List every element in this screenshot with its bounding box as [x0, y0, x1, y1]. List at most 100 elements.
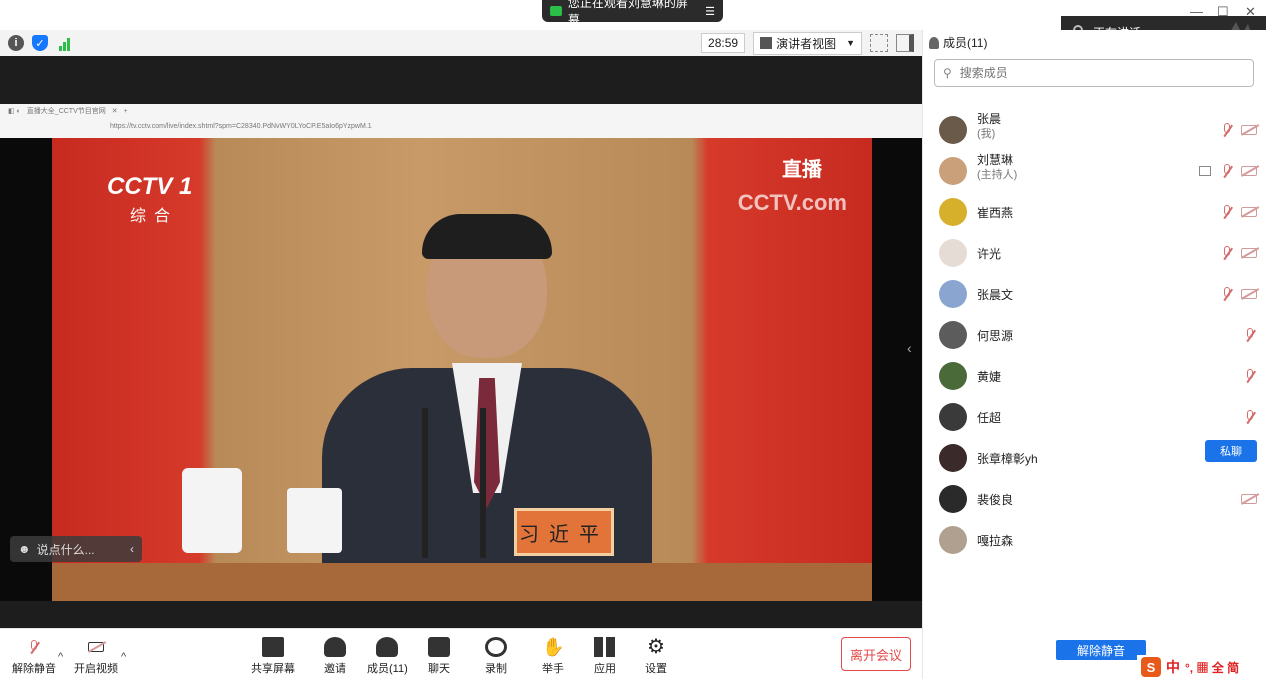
- microphone: [480, 408, 486, 558]
- unmute-button[interactable]: 解除静音: [1056, 640, 1146, 660]
- browser-tab-icon: ◧ ◐: [8, 108, 21, 115]
- shared-screen: ◧ ◐ 直播大全_CCTV节目官网 ✕ + https://tv.cctv.co…: [0, 104, 922, 601]
- mic-off-icon[interactable]: [1244, 369, 1256, 383]
- info-icon[interactable]: i: [8, 35, 24, 51]
- camera-off-icon[interactable]: [1241, 248, 1257, 258]
- signal-icon[interactable]: [56, 35, 72, 51]
- member-row[interactable]: 任超: [923, 397, 1266, 437]
- record-button[interactable]: 录制: [485, 637, 507, 676]
- mic-off-icon[interactable]: [1221, 246, 1233, 260]
- members-panel: 成员(11) ⚲ 张晨(我)刘慧琳(主持人) 崔西燕许光张晨文何思源黄婕任超张章樟…: [922, 30, 1266, 679]
- invite-button[interactable]: 邀请: [324, 637, 346, 676]
- watermark: CCTV.com: [737, 190, 847, 215]
- close-tab-icon: ✕: [111, 108, 118, 115]
- members-label: 成员(11): [367, 663, 408, 675]
- chat-icon: [428, 637, 450, 657]
- chat-input[interactable]: ☻ 说点什么... ‹: [10, 536, 142, 562]
- mic-off-icon[interactable]: [1221, 287, 1233, 301]
- members-button[interactable]: 成员(11): [367, 637, 408, 676]
- unmute-label: 解除静音: [12, 663, 56, 675]
- member-name: 裴俊良: [977, 493, 1014, 507]
- sidebar-toggle-icon[interactable]: [896, 34, 914, 52]
- podium-table: [52, 563, 872, 601]
- member-row[interactable]: 崔西燕: [923, 192, 1266, 232]
- members-panel-title: 成员(11): [929, 34, 987, 51]
- avatar: [939, 198, 967, 226]
- mic-off-icon[interactable]: [1221, 205, 1233, 219]
- camera-off-icon: [85, 637, 107, 657]
- mic-off-icon[interactable]: [1244, 328, 1256, 342]
- mic-off-icon[interactable]: [1221, 164, 1233, 178]
- member-name: 任超: [977, 411, 1002, 425]
- member-role: (我): [977, 128, 996, 140]
- record-label: 录制: [485, 663, 507, 675]
- chevron-left-icon[interactable]: ‹: [130, 542, 134, 556]
- chevron-left-icon[interactable]: ‹: [907, 340, 912, 356]
- browser-tab: 直播大全_CCTV节目官网: [26, 108, 106, 115]
- shared-browser-bar: ◧ ◐ 直播大全_CCTV节目官网 ✕ + https://tv.cctv.co…: [0, 104, 922, 138]
- avatar: [939, 239, 967, 267]
- member-row[interactable]: 裴俊良: [923, 479, 1266, 519]
- chevron-up-icon[interactable]: ^: [121, 651, 126, 663]
- search-members[interactable]: ⚲: [934, 59, 1254, 87]
- camera-off-icon[interactable]: [1241, 207, 1257, 217]
- member-row[interactable]: 张晨文: [923, 274, 1266, 314]
- avatar: [939, 116, 967, 144]
- member-role: (主持人): [977, 169, 1018, 181]
- share-screen-button[interactable]: 共享屏幕: [251, 637, 295, 676]
- search-icon: ⚲: [943, 66, 952, 80]
- unmute-button[interactable]: 解除静音: [12, 637, 56, 676]
- avatar: [939, 485, 967, 513]
- camera-off-icon[interactable]: [1241, 289, 1257, 299]
- mic-off-icon[interactable]: [1221, 123, 1233, 137]
- start-video-button[interactable]: 开启视频: [74, 637, 118, 676]
- bottom-toolbar: 解除静音 ^ 开启视频 ^ 共享屏幕 邀请 成员(11) 聊天 录制 ✋ 举手 …: [0, 628, 922, 680]
- gear-icon: ⚙: [647, 636, 665, 658]
- chat-button[interactable]: 聊天: [428, 637, 450, 676]
- leave-meeting-button[interactable]: 离开会议: [841, 637, 911, 671]
- fullscreen-icon[interactable]: [870, 34, 888, 52]
- raise-hand-button[interactable]: ✋ 举手: [542, 637, 564, 676]
- tea-cup: [287, 488, 342, 553]
- shield-icon[interactable]: ✓: [32, 35, 48, 51]
- avatar: [939, 444, 967, 472]
- avatar: [939, 526, 967, 554]
- meeting-timer: 28:59: [701, 33, 746, 53]
- camera-off-icon[interactable]: [1241, 494, 1257, 504]
- invite-label: 邀请: [324, 663, 346, 675]
- member-row[interactable]: 何思源: [923, 315, 1266, 355]
- member-row[interactable]: 嘎拉森: [923, 520, 1266, 560]
- member-name: 何思源: [977, 329, 1014, 343]
- settings-label: 设置: [645, 663, 667, 675]
- nameplate: 习近平: [514, 508, 614, 556]
- add-user-icon: [324, 637, 346, 657]
- user-icon: [376, 637, 399, 657]
- list-icon[interactable]: ☰: [705, 5, 715, 18]
- apps-button[interactable]: 应用: [594, 637, 616, 676]
- raise-hand-label: 举手: [542, 663, 564, 675]
- member-name: 张晨文: [977, 288, 1014, 302]
- microphone: [422, 408, 428, 558]
- member-row[interactable]: 黄婕: [923, 356, 1266, 396]
- speaker-view-dropdown[interactable]: 演讲者视图 ▼: [753, 31, 862, 55]
- camera-off-icon[interactable]: [1241, 166, 1257, 176]
- ime-toolbar[interactable]: S 中 °, ▦ 全 简: [1137, 655, 1266, 679]
- member-row[interactable]: 许光: [923, 233, 1266, 273]
- chevron-down-icon: ▼: [846, 38, 855, 48]
- mic-off-icon[interactable]: [1244, 410, 1256, 424]
- private-chat-button[interactable]: 私聊: [1205, 440, 1257, 462]
- emoji-icon[interactable]: ☻: [18, 542, 31, 556]
- member-row[interactable]: 张晨 (我): [923, 110, 1266, 150]
- avatar: [939, 157, 967, 185]
- camera-icon: [550, 6, 562, 16]
- settings-button[interactable]: ⚙ 设置: [645, 637, 667, 676]
- chat-label: 聊天: [428, 663, 450, 675]
- search-input[interactable]: [957, 65, 1222, 81]
- member-row[interactable]: 刘慧琳 (主持人): [923, 151, 1266, 191]
- camera-off-icon[interactable]: [1241, 125, 1257, 135]
- user-icon: [929, 36, 939, 49]
- member-name: 张章樟彰yh: [977, 452, 1038, 466]
- channel-logo: CCTV 1: [107, 173, 193, 200]
- meeting-toolbar: i ✓ 28:59 演讲者视图 ▼: [0, 30, 922, 56]
- chevron-up-icon[interactable]: ^: [58, 651, 63, 663]
